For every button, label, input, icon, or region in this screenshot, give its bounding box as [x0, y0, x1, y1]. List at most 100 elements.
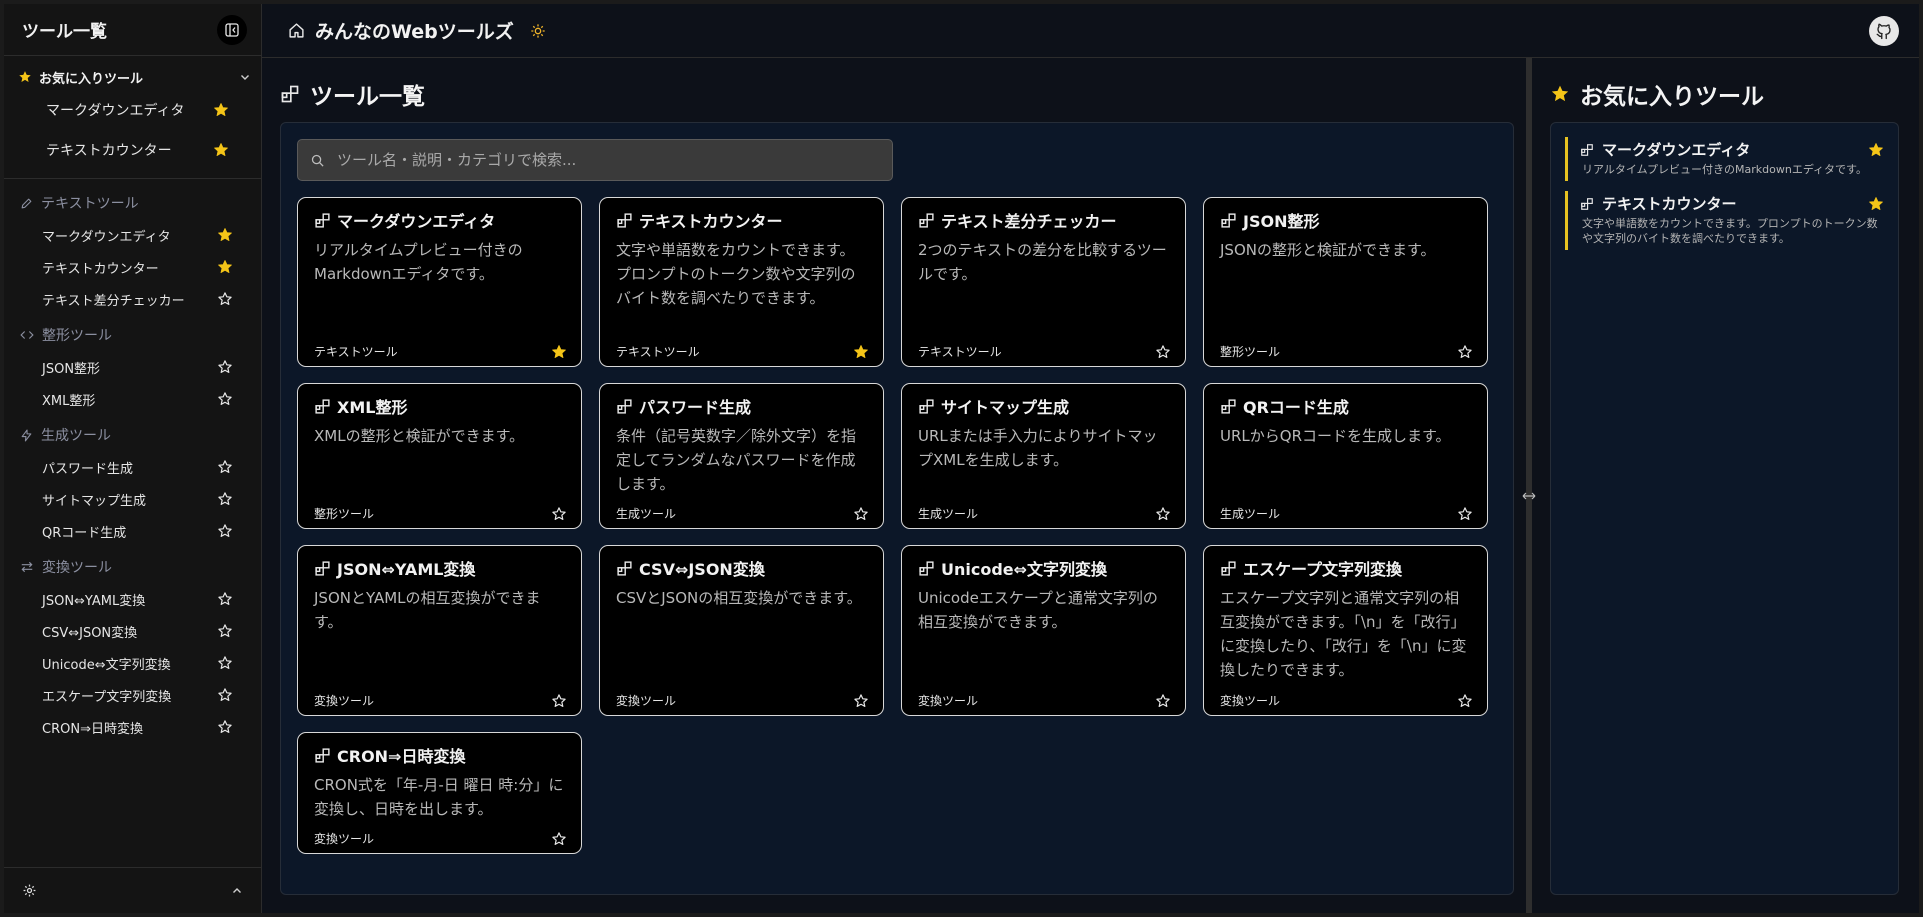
sidebar-tool-label: XML整形: [42, 393, 96, 409]
settings-gear-icon[interactable]: [22, 883, 37, 898]
tool-card-category: テキストツール: [616, 345, 700, 359]
star-outline-icon[interactable]: [217, 687, 233, 703]
star-outline-icon[interactable]: [217, 523, 233, 539]
favorite-entry-header: マークダウンエディタ: [1580, 139, 1884, 160]
tool-card-description: CSVとJSONの相互変換ができます。: [616, 589, 862, 607]
favorite-toggle-star-outline-icon[interactable]: [853, 506, 869, 522]
tool-card[interactable]: マークダウンエディタ リアルタイムプレビュー付きのMarkdownエディタです。テ…: [297, 197, 582, 367]
star-outline-icon[interactable]: [217, 459, 233, 475]
star-filled-icon[interactable]: [1868, 196, 1884, 212]
sidebar-tool-item[interactable]: JSON⇔YAML変換: [14, 583, 251, 615]
star-outline-icon[interactable]: [217, 491, 233, 507]
tool-card[interactable]: JSON⇔YAML変換 JSONとYAMLの相互変換ができます。 変換ツール: [297, 545, 582, 716]
tool-card[interactable]: XML整形 XMLの整形と検証ができます。 整形ツール: [297, 383, 582, 529]
tool-card[interactable]: パスワード生成条件（記号英数字／除外文字）を指定してランダムなパスワードを作成し…: [599, 383, 884, 529]
favorite-toggle-star-outline-icon[interactable]: [551, 831, 567, 847]
apps-add-icon: [314, 398, 331, 415]
sidebar-tool-item[interactable]: テキストカウンター: [14, 251, 251, 283]
pane-resize-handle[interactable]: [1522, 58, 1536, 913]
tool-card-footer: テキストツール: [616, 343, 869, 360]
favorite-entry[interactable]: マークダウンエディタ リアルタイムプレビュー付きのMarkdownエディタです。: [1565, 137, 1884, 181]
favorite-toggle-star-outline-icon[interactable]: [1457, 693, 1473, 709]
tool-card[interactable]: エスケープ文字列変換 エスケープ文字列と通常文字列の相互変換ができます。「\n」を…: [1203, 545, 1488, 716]
sidebar-tool-item[interactable]: CRON⇒日時変換: [14, 711, 251, 743]
favorite-toggle-star-outline-icon[interactable]: [1155, 506, 1171, 522]
sidebar-tool-item[interactable]: エスケープ文字列変換: [14, 679, 251, 711]
star-filled-icon[interactable]: [213, 102, 229, 118]
swap-icon: [20, 560, 34, 574]
tool-card-footer: 整形ツール: [314, 505, 567, 522]
tool-card[interactable]: サイトマップ生成 URLまたは手入力によりサイトマップXMLを生成します。 生成ツー…: [901, 383, 1186, 529]
sidebar-tool-item[interactable]: パスワード生成: [14, 451, 251, 483]
favorite-toggle-star-outline-icon[interactable]: [1457, 506, 1473, 522]
sidebar-tool-item[interactable]: QRコード生成: [14, 515, 251, 547]
search-input[interactable]: [337, 151, 892, 169]
sidebar-category-label: 整形ツール: [42, 328, 112, 344]
star-outline-icon[interactable]: [217, 623, 233, 639]
tool-card[interactable]: テキストカウンター 文字や単語数をカウントできます。プロンプトのトークン数や文字列…: [599, 197, 884, 367]
star-outline-icon[interactable]: [217, 359, 233, 375]
tool-card[interactable]: CSV⇔JSON変換 CSVとJSONの相互変換ができます。変換ツール: [599, 545, 884, 716]
star-outline-icon[interactable]: [217, 391, 233, 407]
sidebar-footer: [4, 867, 261, 913]
tool-card[interactable]: JSON整形 JSONの整形と検証ができます。 整形ツール: [1203, 197, 1488, 367]
tool-card-category: 変換ツール: [314, 832, 375, 846]
collapse-sidebar-button[interactable]: [217, 14, 247, 45]
sidebar-favorite-item[interactable]: テキストカウンター: [14, 130, 251, 170]
tool-card-category: 変換ツール: [616, 694, 677, 708]
sidebar-tool-item[interactable]: マークダウンエディタ: [14, 219, 251, 251]
sidebar-tool-label: JSON⇔YAML変換: [42, 593, 146, 609]
favorite-toggle-star-filled-icon[interactable]: [551, 344, 567, 360]
tool-card[interactable]: Unicode⇔文字列変換 Unicodeエスケープと通常文字列の相互変換ができま…: [901, 545, 1186, 716]
chevron-down-icon: [239, 71, 251, 83]
sidebar-category-header: テキストツール: [14, 187, 251, 219]
sidebar-tool-item[interactable]: テキスト差分チェッカー: [14, 283, 251, 315]
favorite-toggle-star-outline-icon[interactable]: [1155, 693, 1171, 709]
tool-card-title-label: CSV⇔JSON変換: [639, 560, 765, 579]
tool-card-title-label: Unicode⇔文字列変換: [941, 560, 1108, 579]
github-icon: [1875, 22, 1893, 40]
favorite-toggle-star-outline-icon[interactable]: [853, 693, 869, 709]
sidebar-favorite-item[interactable]: マークダウンエディタ: [14, 90, 251, 130]
favorite-entry[interactable]: テキストカウンター 文字や単語数をカウントできます。プロンプトのトークン数や文字列…: [1565, 191, 1884, 250]
star-filled-icon[interactable]: [1868, 142, 1884, 158]
github-button[interactable]: [1869, 15, 1899, 46]
sidebar-categories: テキストツール マークダウンエディタ テキストカウンターテキスト差分チェッカー 整形ツ…: [4, 179, 261, 913]
tool-card-title: パスワード生成: [616, 394, 869, 418]
star-filled-icon[interactable]: [213, 142, 229, 158]
tool-card-title-label: テキスト差分チェッカー: [941, 212, 1117, 231]
tool-card-title-label: パスワード生成: [639, 398, 752, 417]
sidebar-tool-item[interactable]: JSON整形: [14, 351, 251, 383]
sidebar-favorites-toggle[interactable]: お気に入りツール: [14, 64, 251, 90]
star-outline-icon[interactable]: [217, 591, 233, 607]
favorite-entry-description: 文字や単語数をカウントできます。プロンプトのトークン数や文字列のバイト数を調べた…: [1582, 217, 1878, 245]
favorite-toggle-star-outline-icon[interactable]: [551, 693, 567, 709]
favorite-toggle-star-outline-icon[interactable]: [551, 506, 567, 522]
sidebar-tool-label: テキスト差分チェッカー: [42, 293, 185, 309]
star-outline-icon[interactable]: [217, 291, 233, 307]
star-filled-icon[interactable]: [217, 227, 233, 243]
home-icon[interactable]: [288, 22, 305, 39]
favorite-toggle-star-outline-icon[interactable]: [1457, 344, 1473, 360]
star-outline-icon[interactable]: [217, 655, 233, 671]
chevron-up-icon[interactable]: [231, 885, 243, 897]
sidebar-tool-item[interactable]: XML整形: [14, 383, 251, 415]
sidebar-tool-item[interactable]: CSV⇔JSON変換: [14, 615, 251, 647]
sidebar-tool-item[interactable]: Unicode⇔文字列変換: [14, 647, 251, 679]
tool-card-description: リアルタイムプレビュー付きのMarkdownエディタです。: [314, 241, 523, 283]
tool-card[interactable]: QRコード生成 URLからQRコードを生成します。 生成ツール: [1203, 383, 1488, 529]
sidebar-tool-item[interactable]: サイトマップ生成: [14, 483, 251, 515]
favorite-toggle-star-filled-icon[interactable]: [853, 344, 869, 360]
star-outline-icon[interactable]: [217, 719, 233, 735]
tool-card-description: 条件（記号英数字／除外文字）を指定してランダムなパスワードを作成します。: [616, 427, 857, 493]
favorite-toggle-star-outline-icon[interactable]: [1155, 344, 1171, 360]
sidebar-favorite-label: テキストカウンター: [46, 143, 172, 159]
star-filled-icon[interactable]: [217, 259, 233, 275]
tool-card[interactable]: テキスト差分チェッカー 2つのテキストの差分を比較するツールです。 テキストツール: [901, 197, 1186, 367]
theme-toggle-sun-icon[interactable]: [530, 23, 546, 39]
tool-card-title-label: QRコード生成: [1243, 398, 1349, 417]
tool-card[interactable]: CRON⇒日時変換 CRON式を「年-月-日 曜日 時:分」に変換し、日時を出しま…: [297, 732, 582, 854]
tool-card-category: 生成ツール: [918, 507, 979, 521]
sidebar-category-label: 生成ツール: [41, 428, 111, 444]
tool-card-title: サイトマップ生成: [918, 394, 1171, 418]
